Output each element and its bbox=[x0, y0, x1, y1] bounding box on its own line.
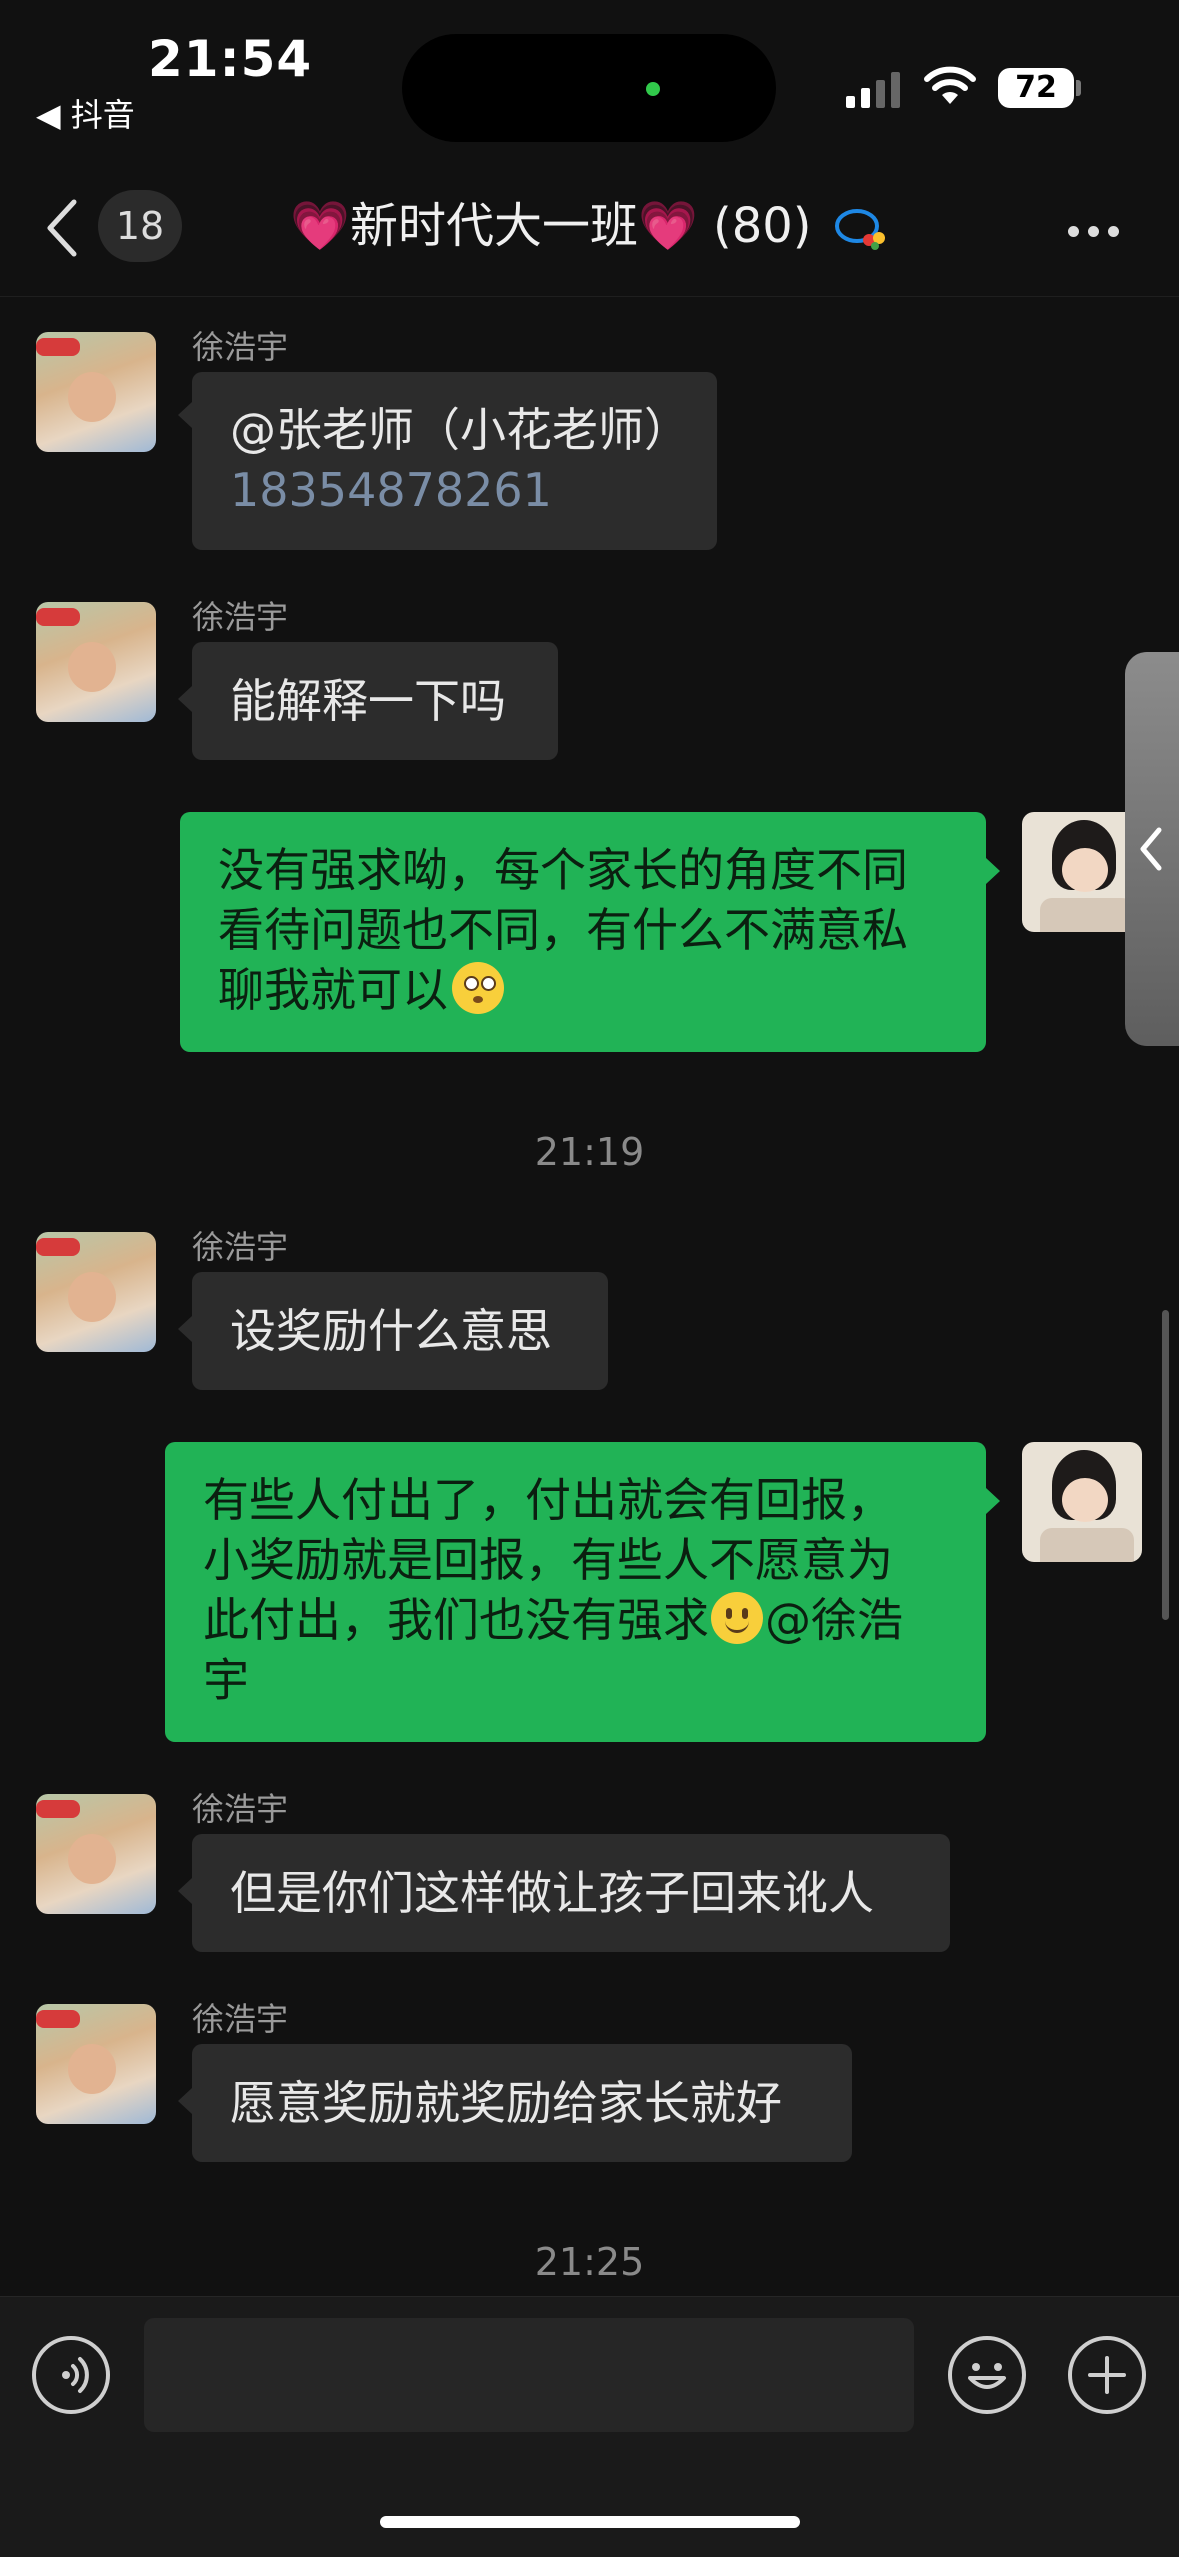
message-bubble[interactable]: 愿意奖励就奖励给家长就好 bbox=[192, 2044, 852, 2162]
message-text: 但是你们这样做让孩子回来讹人 bbox=[230, 1866, 874, 1920]
sender-name: 徐浩宇 bbox=[192, 328, 289, 366]
message-text: 设奖励什么意思 bbox=[230, 1304, 552, 1358]
timestamp: 21:25 bbox=[534, 2240, 645, 2284]
avatar[interactable] bbox=[36, 2004, 156, 2124]
group-chat-icon bbox=[834, 209, 885, 250]
sender-name: 徐浩宇 bbox=[192, 1228, 289, 1266]
camera-indicator-icon bbox=[646, 82, 660, 96]
mention-text[interactable]: @徐浩 bbox=[765, 1593, 903, 1647]
message-text: @张老师（小花老师） bbox=[230, 403, 690, 457]
message-bubble[interactable]: 能解释一下吗 bbox=[192, 642, 558, 760]
message-bubble[interactable]: @张老师（小花老师） 18354878261 bbox=[192, 372, 717, 550]
back-to-app-link[interactable]: ◀ 抖音 bbox=[36, 90, 135, 136]
sender-name: 徐浩宇 bbox=[192, 2000, 289, 2038]
message-bubble[interactable]: 有些人付出了，付出就会有回报， 小奖励就是回报，有些人不愿意为 此付出，我们也没… bbox=[165, 1442, 986, 1742]
bubble-tail bbox=[986, 858, 1000, 884]
signal-icon bbox=[846, 72, 900, 108]
my-avatar[interactable] bbox=[1022, 1442, 1142, 1562]
message-text: 聊我就可以 bbox=[218, 963, 448, 1017]
emoji-icon[interactable] bbox=[948, 2336, 1026, 2414]
more-dots-icon[interactable] bbox=[1068, 222, 1128, 241]
chat-title[interactable]: 💗新时代大一班💗 (80) bbox=[0, 190, 1179, 262]
message-text: 没有强求呦，每个家长的角度不同 bbox=[218, 843, 908, 897]
my-avatar[interactable] bbox=[1022, 812, 1142, 932]
smiling-face-emoji-icon bbox=[711, 1592, 763, 1644]
message-bubble[interactable]: 但是你们这样做让孩子回来讹人 bbox=[192, 1834, 950, 1952]
bubble-tail bbox=[986, 1488, 1000, 1514]
battery-tip bbox=[1076, 80, 1081, 96]
message-text: 此付出，我们也没有强求 bbox=[203, 1593, 709, 1647]
dynamic-island bbox=[402, 34, 776, 142]
message-text: 愿意奖励就奖励给家长就好 bbox=[230, 2076, 782, 2130]
scrollbar[interactable] bbox=[1162, 1310, 1169, 1620]
message-bubble[interactable]: 设奖励什么意思 bbox=[192, 1272, 608, 1390]
status-time: 21:54 bbox=[148, 30, 313, 88]
flushed-face-emoji-icon bbox=[452, 962, 504, 1014]
wifi-icon bbox=[924, 66, 976, 104]
group-name: 💗新时代大一班💗 (80) bbox=[290, 198, 812, 254]
voice-icon[interactable] bbox=[32, 2336, 110, 2414]
avatar[interactable] bbox=[36, 602, 156, 722]
timestamp: 21:19 bbox=[534, 1130, 645, 1174]
battery-indicator: 72 bbox=[998, 68, 1074, 108]
phone-number-link[interactable]: 18354878261 bbox=[230, 460, 679, 520]
bubble-tail bbox=[178, 686, 192, 712]
side-drawer-handle[interactable] bbox=[1125, 652, 1179, 1046]
plus-icon[interactable] bbox=[1068, 2336, 1146, 2414]
message-text: 宇 bbox=[203, 1653, 249, 1707]
message-bubble[interactable]: 没有强求呦，每个家长的角度不同 看待问题也不同，有什么不满意私 聊我就可以 bbox=[180, 812, 986, 1052]
home-indicator[interactable] bbox=[380, 2516, 800, 2528]
bubble-tail bbox=[178, 1316, 192, 1342]
bubble-tail bbox=[178, 1878, 192, 1904]
message-input[interactable] bbox=[144, 2318, 914, 2432]
sender-name: 徐浩宇 bbox=[192, 1790, 289, 1828]
avatar[interactable] bbox=[36, 1232, 156, 1352]
sender-name: 徐浩宇 bbox=[192, 598, 289, 636]
avatar[interactable] bbox=[36, 332, 156, 452]
bubble-tail bbox=[178, 2088, 192, 2114]
message-text: 看待问题也不同，有什么不满意私 bbox=[218, 903, 908, 957]
bubble-tail bbox=[178, 402, 192, 428]
message-text: 能解释一下吗 bbox=[230, 674, 506, 728]
avatar[interactable] bbox=[36, 1794, 156, 1914]
message-text: 有些人付出了，付出就会有回报， bbox=[203, 1473, 893, 1527]
chevron-left-icon bbox=[1140, 827, 1162, 871]
message-text: 小奖励就是回报，有些人不愿意为 bbox=[203, 1533, 893, 1587]
